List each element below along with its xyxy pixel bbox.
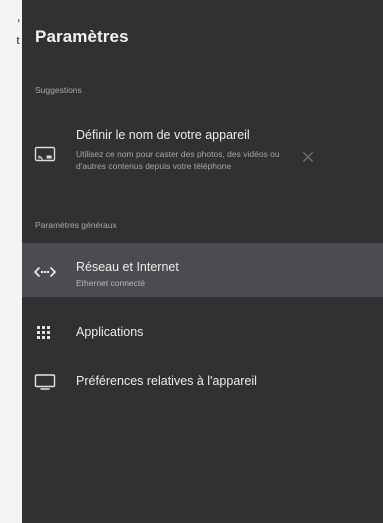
menu-item-network-title: Réseau et Internet (76, 260, 179, 274)
menu-item-device-preferences-title: Préférences relatives à l'appareil (76, 374, 257, 388)
cast-screen-icon (34, 146, 56, 162)
menu-item-device-preferences[interactable]: Préférences relatives à l'appareil (22, 356, 383, 408)
network-icon (34, 267, 56, 277)
section-label-suggestions: Suggestions (35, 85, 82, 95)
suggestion-description: Utilisez ce nom pour caster des photos, … (76, 149, 280, 171)
menu-item-network[interactable]: Réseau et Internet Ethernet connecté (22, 243, 383, 297)
menu-item-network-status: Ethernet connecté (76, 278, 145, 288)
page-title: Paramètres (35, 27, 129, 46)
menu-item-applications-title: Applications (76, 325, 144, 339)
left-edge-fragment-top: ' (17, 16, 20, 31)
apps-grid-icon (37, 326, 50, 339)
section-label-general: Paramètres généraux (35, 220, 117, 230)
left-edge-fragment-bottom: t (16, 32, 20, 47)
menu-item-applications[interactable]: Applications (22, 306, 383, 358)
settings-panel: Paramètres Suggestions Définir le nom de… (22, 0, 383, 523)
tv-icon (34, 374, 56, 390)
close-icon[interactable] (300, 149, 316, 165)
screen: ' t Paramètres Suggestions Définir le no… (0, 0, 383, 523)
device-name-suggestion[interactable]: Définir le nom de votre appareil Utilise… (22, 113, 383, 195)
suggestion-title: Définir le nom de votre appareil (76, 128, 250, 142)
